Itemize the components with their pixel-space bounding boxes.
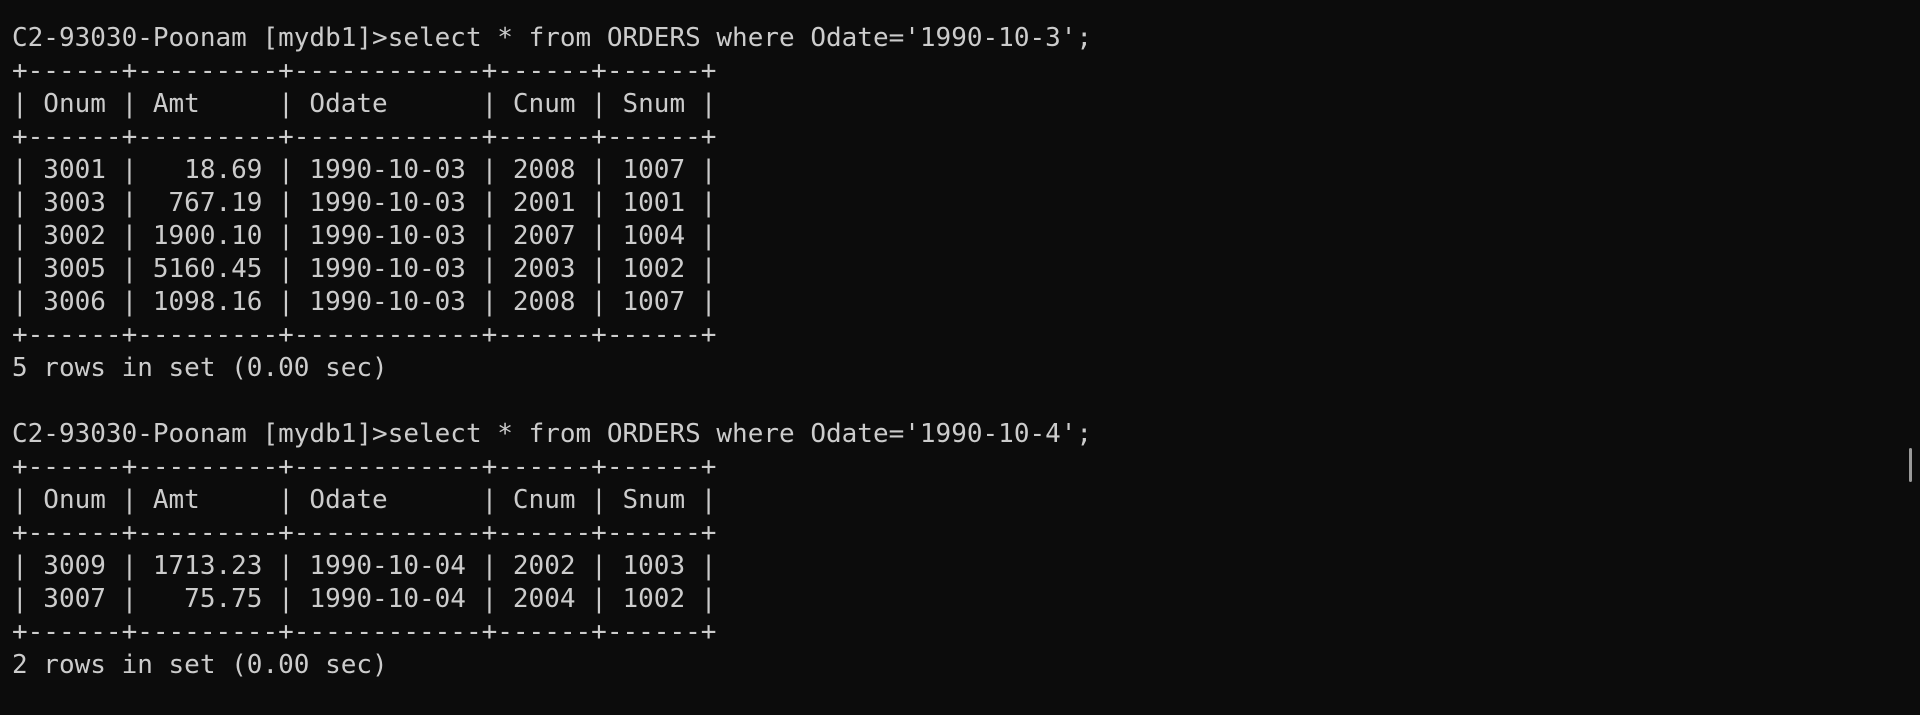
table-border: +------+---------+------------+------+--…: [12, 518, 717, 548]
table-border: +------+---------+------------+------+--…: [12, 617, 717, 647]
table-header: | Onum | Amt | Odate | Cnum | Snum |: [12, 485, 717, 515]
table-header: | Onum | Amt | Odate | Cnum | Snum |: [12, 89, 717, 119]
table-border: +------+---------+------------+------+--…: [12, 122, 717, 152]
command-line: C2-93030-Poonam [mydb1]>select * from OR…: [12, 418, 1920, 451]
command-text: select * from ORDERS where Odate='1990-1…: [387, 23, 1093, 53]
command-text: select * from ORDERS where Odate='1990-1…: [387, 419, 1093, 449]
table-border: +------+---------+------------+------+--…: [12, 56, 717, 86]
result-table: +------+---------+------------+------+--…: [12, 451, 1920, 649]
prompt: C2-93030-Poonam [mydb1]>: [12, 23, 388, 53]
table-row: | 3005 | 5160.45 | 1990-10-03 | 2003 | 1…: [12, 254, 717, 284]
table-row: | 3003 | 767.19 | 1990-10-03 | 2001 | 10…: [12, 188, 717, 218]
scrollbar-thumb[interactable]: [1909, 448, 1912, 482]
command-line: C2-93030-Poonam [mydb1]>select * from OR…: [12, 22, 1920, 55]
table-border: +------+---------+------------+------+--…: [12, 320, 717, 350]
result-summary: 2 rows in set (0.00 sec): [12, 650, 388, 680]
table-border: +------+---------+------------+------+--…: [12, 452, 717, 482]
table-row: | 3009 | 1713.23 | 1990-10-04 | 2002 | 1…: [12, 551, 717, 581]
table-row: | 3007 | 75.75 | 1990-10-04 | 2004 | 100…: [12, 584, 717, 614]
prompt: C2-93030-Poonam [mydb1]>: [12, 419, 388, 449]
result-summary: 5 rows in set (0.00 sec): [12, 353, 388, 383]
table-row: | 3002 | 1900.10 | 1990-10-03 | 2007 | 1…: [12, 221, 717, 251]
table-row: | 3001 | 18.69 | 1990-10-03 | 2008 | 100…: [12, 155, 717, 185]
table-row: | 3006 | 1098.16 | 1990-10-03 | 2008 | 1…: [12, 287, 717, 317]
terminal-window[interactable]: C2-93030-Poonam [mydb1]>select * from OR…: [0, 0, 1920, 715]
result-table: +------+---------+------------+------+--…: [12, 55, 1920, 352]
